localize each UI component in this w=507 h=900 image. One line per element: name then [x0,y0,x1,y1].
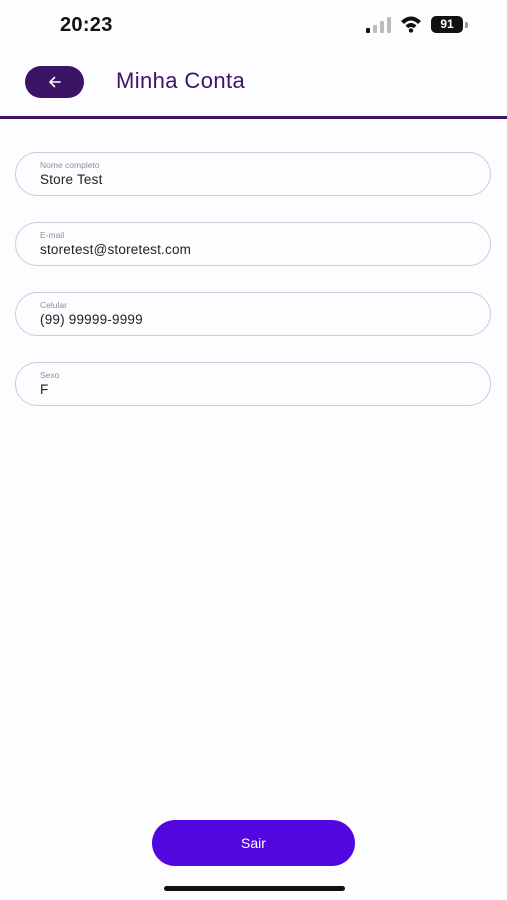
email-value: storetest@storetest.com [40,242,192,257]
wifi-icon [401,16,421,33]
gender-label: Sexo [40,370,60,380]
phone-value: (99) 99999-9999 [40,312,143,327]
email-field[interactable]: E-mail storetest@storetest.com [15,222,491,266]
header-divider [0,116,507,119]
battery-icon: 91 [431,16,463,33]
phone-field[interactable]: Celular (99) 99999-9999 [15,292,491,336]
arrow-left-icon [48,76,61,88]
page-title: Minha Conta [116,68,246,93]
logout-button[interactable]: Sair [152,820,355,866]
cellular-signal-icon [366,17,391,33]
full-name-label: Nome completo [40,160,100,170]
status-bar: 20:23 91 [0,0,507,50]
gender-field[interactable]: Sexo F [15,362,491,406]
home-indicator[interactable] [164,886,345,891]
page-header: Minha Conta [0,58,507,118]
back-button[interactable] [25,66,84,98]
full-name-field[interactable]: Nome completo Store Test [15,152,491,196]
full-name-value: Store Test [40,172,103,187]
email-label: E-mail [40,230,65,240]
status-time: 20:23 [60,14,113,36]
phone-label: Celular [40,300,67,310]
battery-tip [465,22,468,28]
gender-value: F [40,382,49,397]
